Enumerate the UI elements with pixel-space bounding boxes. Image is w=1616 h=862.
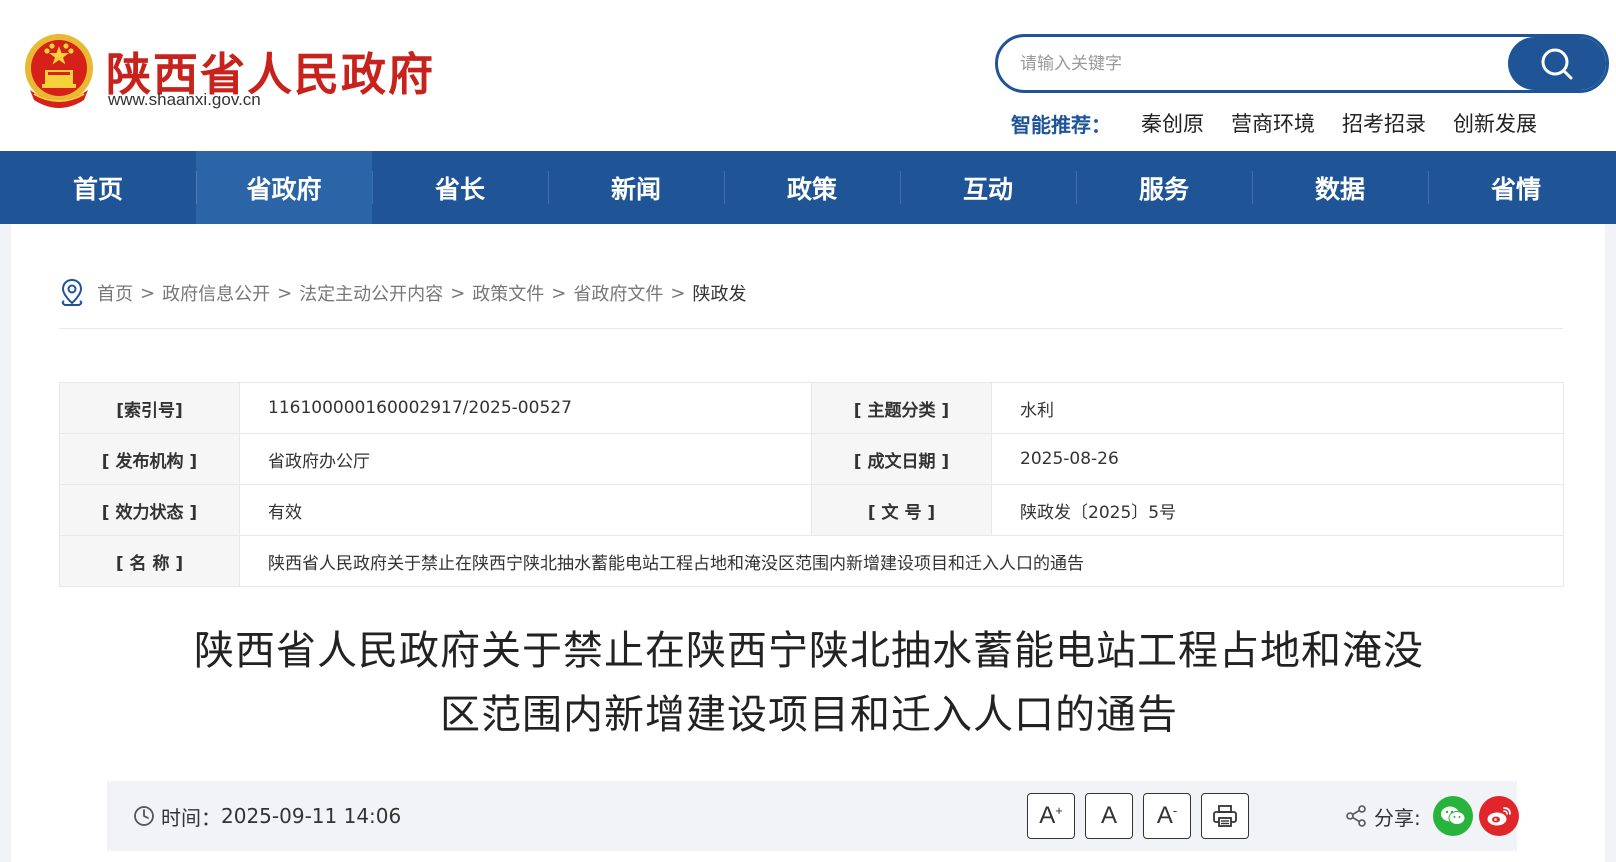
nav-interaction[interactable]: 互动 xyxy=(900,151,1076,224)
breadcrumb-current[interactable]: 陕政发 xyxy=(692,280,746,306)
status-label: [ 效力状态 ] xyxy=(59,484,240,536)
location-pin-icon xyxy=(61,278,83,306)
topic-value: 水利 xyxy=(991,382,1564,434)
time-value: 2025-09-11 14:06 xyxy=(221,804,402,828)
breadcrumb-separator: > xyxy=(551,282,567,304)
breadcrumb-separator: > xyxy=(140,282,156,304)
smart-recommend: 智能推荐： 秦创原 营商环境 招考招录 创新发展 xyxy=(1011,108,1564,138)
main-nav: 首页 省政府 省长 新闻 政策 互动 服务 数据 省情 xyxy=(0,151,1616,224)
nav-data[interactable]: 数据 xyxy=(1252,151,1428,224)
main-content: 首页 > 政府信息公开 > 法定主动公开内容 > 政策文件 > 省政府文件 > … xyxy=(11,224,1605,862)
nav-services[interactable]: 服务 xyxy=(1076,151,1252,224)
breadcrumb-item-statutory[interactable]: 法定主动公开内容 xyxy=(299,280,443,306)
article-title-line1: 陕西省人民政府关于禁止在陕西宁陕北抽水蓄能电站工程占地和淹没 xyxy=(194,628,1424,674)
font-smaller-button[interactable]: A- xyxy=(1143,793,1191,839)
issuer-label: [ 发布机构 ] xyxy=(59,433,240,485)
minus-mark: - xyxy=(1172,802,1178,818)
recommend-item-business-env[interactable]: 营商环境 xyxy=(1231,108,1315,138)
name-label: [ 名 称 ] xyxy=(59,535,240,587)
plus-mark: + xyxy=(1055,802,1063,818)
recommend-label: 智能推荐： xyxy=(1011,112,1111,137)
index-label: [索引号] xyxy=(59,382,240,434)
document-meta-table: [索引号] 11610000016000291​7/2025-00527 [ 主… xyxy=(59,382,1564,587)
time-label: 时间： xyxy=(161,805,221,830)
table-row: [ 发布机构 ] 省政府办公厅 [ 成文日期 ] 2025-08-26 xyxy=(59,433,1564,485)
nav-provincial-government[interactable]: 省政府 xyxy=(196,151,372,224)
search-button[interactable] xyxy=(1508,37,1606,90)
weibo-icon xyxy=(1487,807,1511,826)
font-smaller-letter: A xyxy=(1156,802,1173,829)
table-row: [索引号] 11610000016000291​7/2025-00527 [ 主… xyxy=(59,382,1564,434)
breadcrumb: 首页 > 政府信息公开 > 法定主动公开内容 > 政策文件 > 省政府文件 > … xyxy=(59,278,746,308)
topic-label: [ 主题分类 ] xyxy=(811,382,992,434)
index-value: 11610000016000291​7/2025-00527 xyxy=(239,382,812,434)
search-box xyxy=(995,34,1609,93)
table-row: [ 效力状态 ] 有效 [ 文 号 ] 陕政发〔2025〕5号 xyxy=(59,484,1564,536)
search-icon xyxy=(1541,48,1573,79)
breadcrumb-separator: > xyxy=(277,282,293,304)
recommend-item-recruitment[interactable]: 招考招录 xyxy=(1342,108,1426,138)
printer-icon xyxy=(1213,805,1237,827)
name-value: 陕西省人民政府关于禁止在陕西宁陕北抽水蓄能电站工程占地和淹没区范围内新增建设项目… xyxy=(239,535,1564,587)
status-value: 有效 xyxy=(239,484,812,536)
nav-policy[interactable]: 政策 xyxy=(724,151,900,224)
font-larger-letter: A xyxy=(1039,802,1056,829)
share-label: 分享: xyxy=(1374,805,1421,830)
breadcrumb-item-gov-info[interactable]: 政府信息公开 xyxy=(162,280,270,306)
font-normal-letter: A xyxy=(1100,802,1117,829)
nav-governor[interactable]: 省长 xyxy=(372,151,548,224)
font-normal-button[interactable]: A xyxy=(1085,793,1133,839)
clock-icon xyxy=(134,806,154,826)
publish-time: 时间： 2025-09-11 14:06 xyxy=(133,801,401,831)
docno-label: [ 文 号 ] xyxy=(811,484,992,536)
weibo-share-button[interactable] xyxy=(1478,796,1519,836)
wechat-icon xyxy=(1440,806,1466,825)
wechat-share-button[interactable] xyxy=(1432,796,1473,836)
breadcrumb-divider xyxy=(59,328,1563,329)
article-title: 陕西省人民政府关于禁止在陕西宁陕北抽水蓄能电站工程占地和淹没 区范围内新增建设项… xyxy=(91,619,1527,747)
breadcrumb-item-gov-docs[interactable]: 省政府文件 xyxy=(573,280,663,306)
nav-home[interactable]: 首页 xyxy=(0,151,196,224)
share-icon xyxy=(1346,805,1366,827)
breadcrumb-item-home[interactable]: 首页 xyxy=(97,280,133,306)
breadcrumb-separator: > xyxy=(450,282,466,304)
article-toolbar: 时间： 2025-09-11 14:06 A + A A- 分享: xyxy=(107,781,1519,851)
print-button[interactable] xyxy=(1201,793,1249,839)
nav-provincial-info[interactable]: 省情 xyxy=(1428,151,1604,224)
recommend-item-qinchuangyuan[interactable]: 秦创原 xyxy=(1141,108,1204,138)
nav-news[interactable]: 新闻 xyxy=(548,151,724,224)
site-header: 陕西省人民政府 www.shaanxi.gov.cn 智能推荐： 秦创原 营商环… xyxy=(0,0,1616,151)
font-larger-button[interactable]: A + xyxy=(1027,793,1075,839)
docno-value: 陕政发〔2025〕5号 xyxy=(991,484,1564,536)
article-title-line2: 区范围内新增建设项目和迁入人口的通告 xyxy=(440,692,1178,738)
table-row: [ 名 称 ] 陕西省人民政府关于禁止在陕西宁陕北抽水蓄能电站工程占地和淹没区范… xyxy=(59,535,1564,587)
recommend-item-innovation[interactable]: 创新发展 xyxy=(1453,108,1537,138)
date-value: 2025-08-26 xyxy=(991,433,1564,485)
date-label: [ 成文日期 ] xyxy=(811,433,992,485)
share-area: 分享: xyxy=(1344,796,1519,836)
site-url[interactable]: www.shaanxi.gov.cn xyxy=(108,90,261,110)
breadcrumb-item-policy-docs[interactable]: 政策文件 xyxy=(472,280,544,306)
search-input[interactable] xyxy=(1020,37,1490,90)
breadcrumb-separator: > xyxy=(670,282,686,304)
national-emblem-icon[interactable] xyxy=(20,30,98,110)
issuer-value: 省政府办公厅 xyxy=(239,433,812,485)
